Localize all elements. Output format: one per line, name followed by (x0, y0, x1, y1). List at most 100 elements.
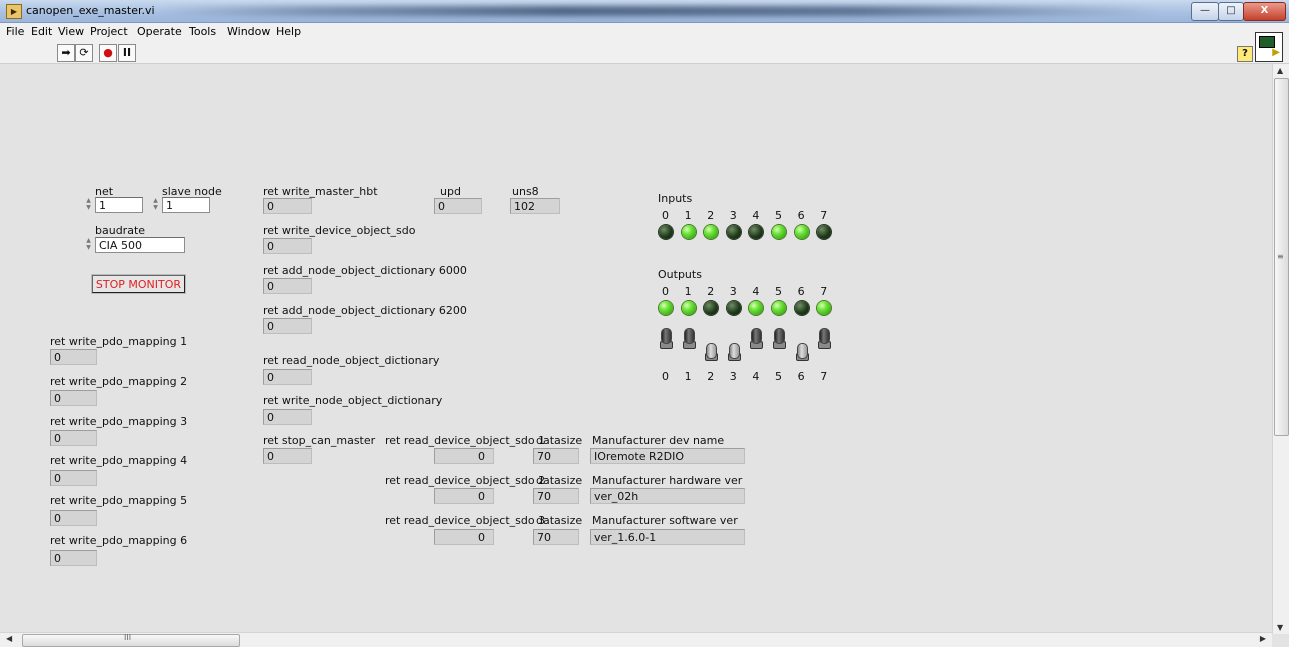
output-index-6: 6 (797, 285, 805, 298)
input-led-6 (794, 225, 809, 239)
net-spinner-icon[interactable]: ▲ ▼ (84, 197, 93, 213)
baudrate-select[interactable]: CIA 500 (95, 237, 185, 253)
vertical-scrollbar[interactable]: ▲ ≡ ▼ (1272, 64, 1289, 634)
maximize-button[interactable]: □ (1218, 2, 1244, 21)
output-led-3 (726, 301, 741, 315)
input-led-2 (704, 225, 719, 239)
horizontal-scrollbar[interactable]: ◀ III ▶ (0, 632, 1272, 647)
add-node-od-6200-label: ret add_node_object_dictionary 6200 (263, 304, 467, 317)
output-toggle-switch-5[interactable] (774, 328, 785, 344)
output-toggle-switch-7[interactable] (819, 328, 831, 344)
pdo-mapping-1-label: ret write_pdo_mapping 1 (50, 335, 188, 348)
manufacturer-dev-name-label: Manufacturer dev name (592, 434, 725, 447)
output-led-4 (749, 301, 764, 315)
output-toggle-switch-3[interactable] (728, 343, 740, 359)
upd-label: upd (440, 185, 461, 198)
minimize-button[interactable]: — (1191, 2, 1219, 21)
manufacturer-hardware-ver-value: ver_02h (590, 488, 745, 504)
stop-can-master-value: 0 (263, 448, 312, 464)
scroll-down-icon[interactable]: ▼ (1277, 623, 1283, 632)
run-icon[interactable]: ➡ (57, 44, 75, 62)
help-icon[interactable]: ? (1237, 46, 1253, 62)
add-node-od-6000-label: ret add_node_object_dictionary 6000 (263, 264, 467, 277)
scroll-right-icon[interactable]: ▶ (1260, 634, 1266, 643)
datasize-2-label: datasize (536, 474, 583, 487)
menu-file[interactable]: File (6, 25, 24, 38)
input-index-4: 4 (752, 209, 760, 222)
output-index-3: 3 (729, 285, 737, 298)
input-index-6: 6 (797, 209, 805, 222)
menu-operate[interactable]: Operate (137, 25, 182, 38)
title-bar-blur (160, 6, 1160, 16)
stop-monitor-button[interactable]: STOP MONITOR (91, 274, 186, 294)
read-device-sdo-2-label: ret read_device_object_sdo 2 (385, 474, 546, 487)
output-toggle-switch-6[interactable] (796, 343, 808, 359)
manufacturer-software-ver-value: ver_1.6.0-1 (590, 529, 745, 545)
slave-node-spinner-icon[interactable]: ▲ ▼ (151, 197, 160, 213)
input-led-5 (772, 225, 786, 239)
pdo-mapping-6-label: ret write_pdo_mapping 6 (50, 534, 188, 547)
stop-can-master-label: ret stop_can_master (263, 434, 376, 447)
output-toggle-switch-1[interactable] (683, 328, 695, 344)
output-index-1: 1 (684, 285, 692, 298)
net-input[interactable]: 1 (95, 197, 143, 213)
input-index-5: 5 (775, 209, 782, 222)
datasize-3-value: 70 (533, 529, 579, 545)
datasize-2-value: 70 (533, 488, 579, 504)
uns8-value: 102 (510, 198, 560, 214)
scroll-grip-icon: ≡ (1277, 252, 1284, 261)
manufacturer-software-ver-label: Manufacturer software ver (592, 514, 738, 527)
pdo-mapping-6-value: 0 (50, 550, 97, 566)
run-continuously-icon[interactable]: ⟳ (75, 44, 93, 62)
output-led-6 (794, 301, 809, 315)
close-button[interactable]: X (1243, 2, 1286, 21)
read-node-od-value: 0 (263, 369, 312, 385)
output-switch-index-6: 6 (797, 370, 805, 383)
output-index-2: 2 (707, 285, 715, 298)
labview-app-icon: ▶ (6, 4, 22, 19)
output-toggle-switch-4[interactable] (751, 328, 763, 344)
output-toggle-switch-2[interactable] (706, 343, 718, 359)
output-switch-index-0: 0 (662, 370, 669, 383)
input-index-0: 0 (662, 209, 669, 222)
scroll-left-icon[interactable]: ◀ (6, 634, 12, 643)
scroll-up-icon[interactable]: ▲ (1277, 66, 1283, 75)
output-led-0 (659, 301, 673, 315)
vi-icon: ▶ (1255, 32, 1283, 62)
slave-node-input[interactable]: 1 (162, 197, 210, 213)
pdo-mapping-1-value: 0 (50, 349, 97, 365)
manufacturer-dev-name-value: IOremote R2DIO (590, 448, 745, 464)
output-switch-index-7: 7 (820, 370, 828, 383)
input-led-0 (659, 225, 673, 239)
read-device-sdo-3-label: ret read_device_object_sdo 3 (385, 514, 546, 527)
inputs-label: Inputs (658, 192, 693, 205)
menu-view[interactable]: View (58, 25, 84, 38)
output-index-5: 5 (775, 285, 782, 298)
write-device-object-sdo-value: 0 (263, 238, 312, 254)
menu-tools[interactable]: Tools (189, 25, 216, 38)
output-led-7 (817, 301, 832, 315)
input-led-3 (726, 225, 741, 239)
pdo-mapping-4-value: 0 (50, 470, 97, 486)
toolbar: ➡ ⟳ ● II (0, 41, 1289, 64)
baudrate-spinner-icon[interactable]: ▲ ▼ (84, 237, 93, 253)
menu-edit[interactable]: Edit (31, 25, 52, 38)
output-toggle-switch-0[interactable] (661, 328, 672, 344)
output-index-7: 7 (820, 285, 828, 298)
output-index-4: 4 (752, 285, 760, 298)
add-node-od-6200-value: 0 (263, 318, 312, 334)
upd-value: 0 (434, 198, 482, 214)
menu-project[interactable]: Project (90, 25, 128, 38)
pause-icon[interactable]: II (118, 44, 136, 62)
input-led-4 (749, 225, 764, 239)
input-index-2: 2 (707, 209, 715, 222)
input-index-7: 7 (820, 209, 828, 222)
read-device-sdo-3-value: 0 (434, 529, 494, 545)
abort-icon[interactable]: ● (99, 44, 117, 62)
write-node-od-label: ret write_node_object_dictionary (263, 394, 443, 407)
pdo-mapping-2-label: ret write_pdo_mapping 2 (50, 375, 188, 388)
input-led-1 (681, 225, 696, 239)
menu-window[interactable]: Window (227, 25, 270, 38)
menu-help[interactable]: Help (276, 25, 301, 38)
output-led-1 (681, 301, 696, 315)
